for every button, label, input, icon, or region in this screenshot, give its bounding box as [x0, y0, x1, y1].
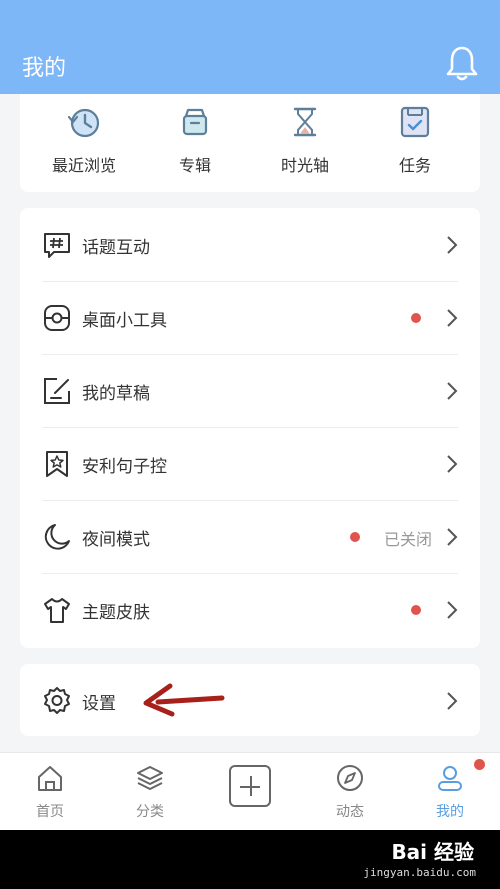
tab-label: 首页 — [36, 804, 64, 820]
chevron-right-icon — [447, 309, 458, 327]
edit-draft-icon — [44, 378, 70, 404]
notification-dot — [350, 532, 360, 542]
night-mode-status: 已关闭 — [383, 530, 432, 549]
gear-icon — [44, 687, 70, 714]
task-checkbox-icon — [400, 106, 430, 138]
tab-label: 我的 — [436, 804, 464, 820]
hourglass-icon — [293, 107, 317, 137]
quick-item-recent[interactable]: 最近浏览 — [34, 104, 134, 184]
menu-item-label: 话题互动 — [82, 238, 150, 258]
tab-home[interactable]: 首页 — [0, 753, 100, 830]
header-bar: 我的 — [0, 0, 500, 94]
home-icon — [38, 766, 62, 791]
menu-item-label: 主题皮肤 — [82, 603, 150, 623]
profile-icon — [438, 766, 462, 791]
tab-profile[interactable]: 我的 — [400, 753, 500, 830]
chevron-right-icon — [447, 528, 458, 546]
tab-category[interactable]: 分类 — [100, 753, 200, 830]
tab-activity[interactable]: 动态 — [300, 753, 400, 830]
menu-item-theme[interactable]: 主题皮肤 — [20, 573, 480, 646]
menu-card: 话题互动 桌面小工具 我的草稿 安利句子控 夜间模式 已关闭 主题皮肤 — [20, 208, 480, 648]
quick-item-task[interactable]: 任务 — [365, 104, 465, 184]
quick-item-label: 最近浏览 — [51, 156, 116, 175]
notification-dot — [411, 605, 421, 615]
menu-item-label: 安利句子控 — [82, 457, 167, 477]
moon-icon — [44, 524, 70, 550]
chevron-right-icon — [447, 455, 458, 473]
watermark-url: jingyan.baidu.com — [363, 866, 476, 879]
quick-access-card: 最近浏览 专辑 时光轴 任务 — [20, 94, 480, 192]
watermark-logo: Bai 经验 — [391, 840, 474, 864]
star-bookmark-icon — [46, 451, 68, 477]
compass-icon — [337, 765, 363, 791]
bottom-strip: Bai 经验 jingyan.baidu.com — [0, 830, 500, 889]
add-button[interactable] — [229, 765, 271, 807]
menu-item-settings[interactable]: 设置 — [20, 664, 480, 736]
widget-icon — [44, 305, 70, 331]
annotation-arrow-icon — [143, 683, 225, 717]
menu-item-topic[interactable]: 话题互动 — [20, 208, 480, 281]
menu-item-recommend[interactable]: 安利句子控 — [20, 427, 480, 500]
quick-item-label: 任务 — [398, 156, 431, 175]
bell-icon[interactable] — [444, 44, 480, 82]
settings-card: 设置 — [20, 664, 480, 736]
chevron-right-icon — [447, 692, 458, 710]
quick-item-label: 时光轴 — [280, 156, 329, 175]
tab-label: 分类 — [136, 804, 164, 820]
chevron-right-icon — [447, 236, 458, 254]
page-title: 我的 — [22, 56, 67, 81]
menu-item-label: 桌面小工具 — [82, 311, 167, 331]
bottom-tab-bar: 首页 分类 动态 我的 — [0, 752, 500, 830]
menu-item-widget[interactable]: 桌面小工具 — [20, 281, 480, 354]
album-box-icon — [182, 108, 208, 136]
menu-item-night-mode[interactable]: 夜间模式 已关闭 — [20, 500, 480, 573]
layers-icon — [137, 766, 163, 790]
tab-label: 动态 — [336, 804, 364, 820]
history-clock-icon — [67, 108, 100, 138]
menu-item-label: 夜间模式 — [82, 530, 150, 550]
menu-item-label: 我的草稿 — [82, 384, 150, 404]
chevron-right-icon — [447, 382, 458, 400]
notification-dot — [411, 313, 421, 323]
quick-item-timeline[interactable]: 时光轴 — [255, 104, 355, 184]
tshirt-icon — [44, 598, 70, 623]
quick-item-label: 专辑 — [178, 156, 211, 175]
quick-item-album[interactable]: 专辑 — [145, 104, 245, 184]
chevron-right-icon — [447, 601, 458, 619]
menu-item-draft[interactable]: 我的草稿 — [20, 354, 480, 427]
notification-dot — [474, 759, 485, 770]
hashtag-chat-icon — [44, 233, 70, 258]
menu-item-label: 设置 — [82, 694, 116, 714]
